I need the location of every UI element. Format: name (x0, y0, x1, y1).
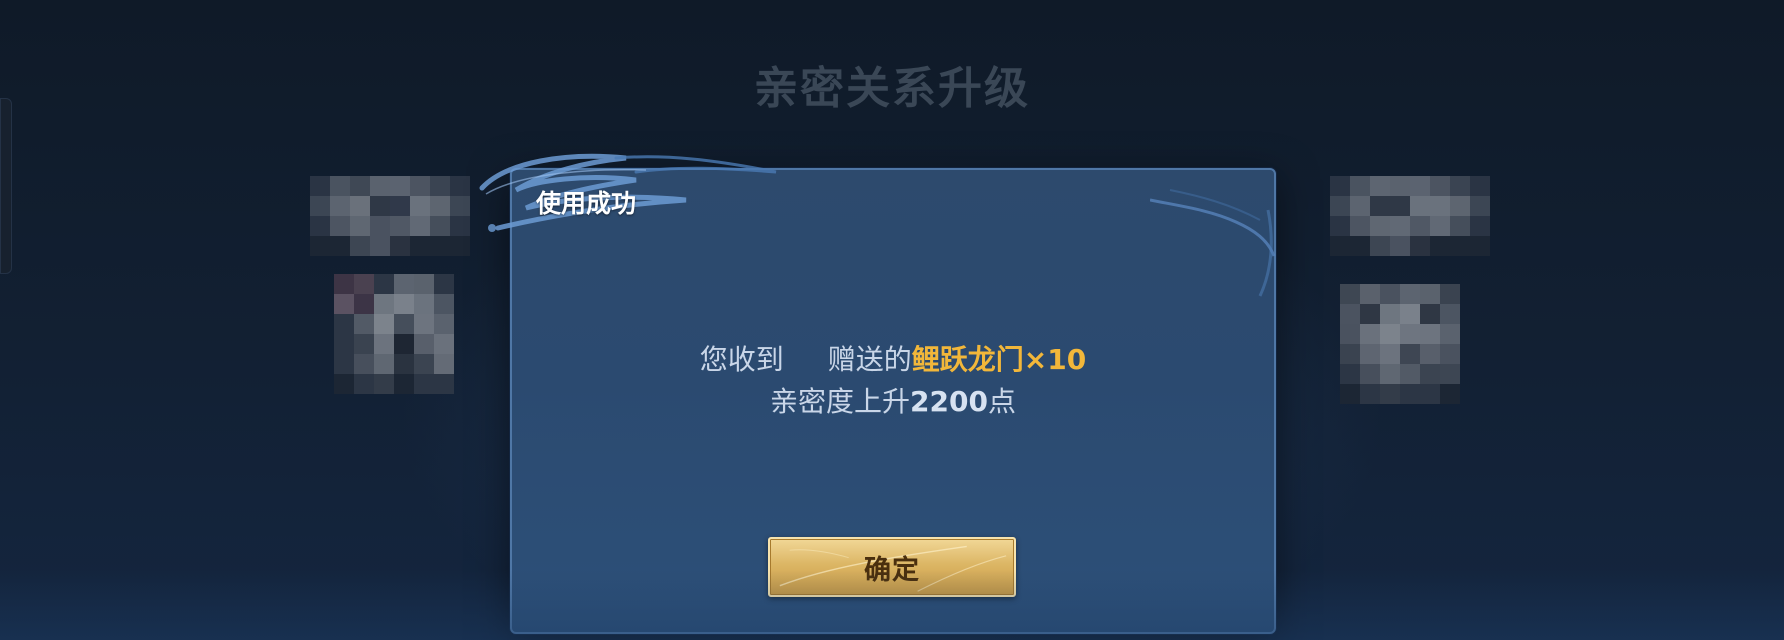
right-avatar (1326, 176, 1490, 416)
message-line-2: 亲密度上升2200点 (510, 380, 1276, 420)
intimacy-points: 2200 (910, 385, 988, 418)
gift-quantity: ×10 (1023, 343, 1087, 376)
message-line-1: 您收到 赠送的鲤跃龙门×10 (510, 338, 1276, 378)
intimacy-suffix: 点 (987, 385, 1016, 418)
gift-item-name: 鲤跃龙门 (911, 343, 1024, 376)
confirm-button[interactable]: 确定 (768, 537, 1016, 597)
game-screen: 亲密关系升级 使用成功 您收到 赠送的鲤跃龙门×10 亲密度上升2200点 确定 (0, 0, 1784, 640)
left-side-tab[interactable] (0, 98, 12, 274)
left-avatar (310, 176, 470, 416)
confirm-label: 确定 (864, 554, 920, 586)
message-prefix: 您收到 (699, 343, 784, 376)
message-middle: 赠送的 (827, 343, 912, 376)
background-title: 亲密关系升级 (754, 63, 1030, 114)
intimacy-prefix: 亲密度上升 (770, 385, 911, 418)
dialog-title: 使用成功 (536, 189, 637, 218)
pixelated-avatar-icon (1330, 176, 1490, 256)
pixelated-avatar-icon (310, 176, 470, 256)
